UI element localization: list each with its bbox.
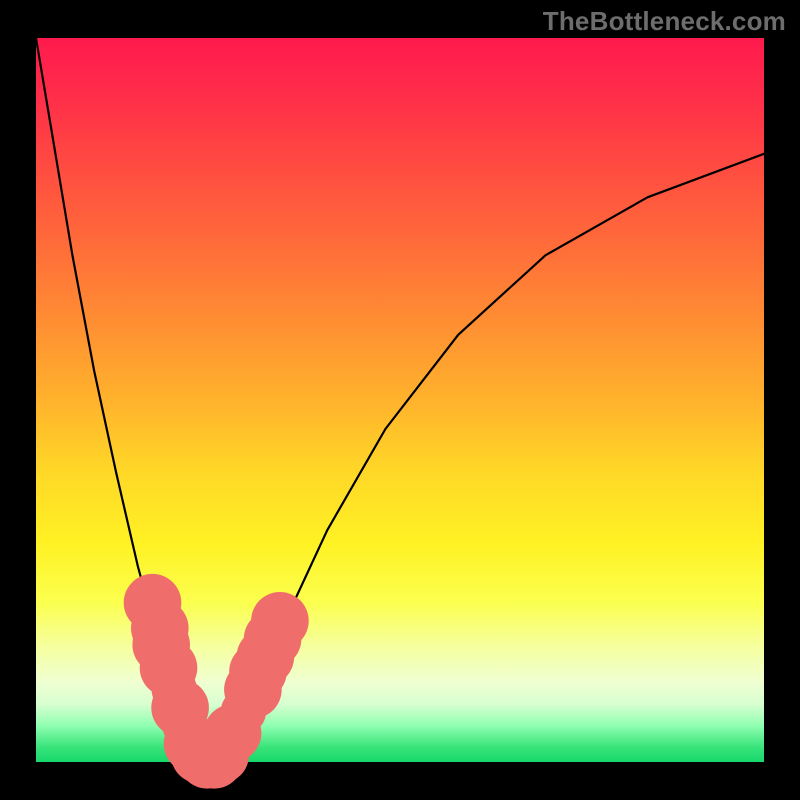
watermark-text: TheBottleneck.com — [543, 6, 786, 37]
chart-svg — [36, 38, 764, 762]
chart-frame: TheBottleneck.com — [0, 0, 800, 800]
marker-group — [124, 574, 309, 789]
plot-area — [36, 38, 764, 762]
marker-dot — [251, 592, 309, 650]
